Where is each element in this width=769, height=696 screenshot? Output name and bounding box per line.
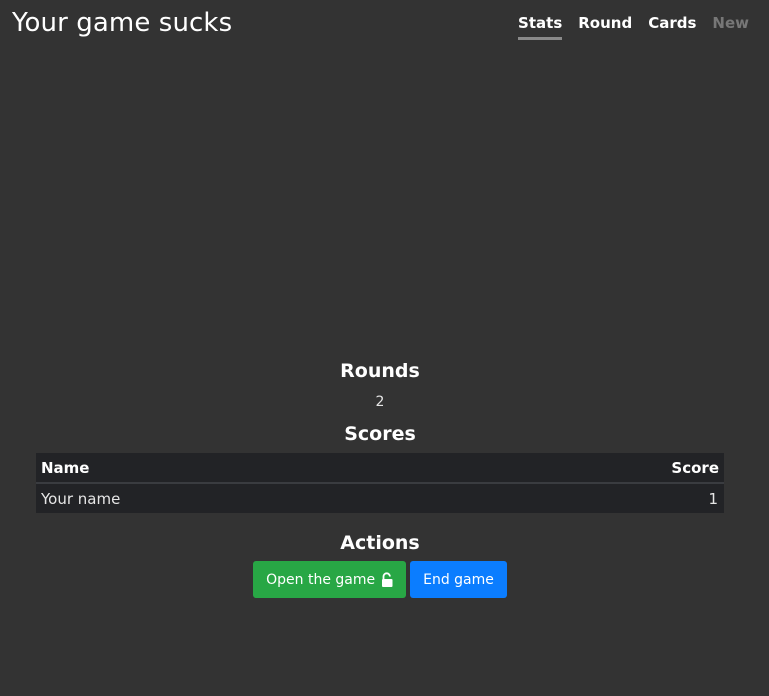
- end-game-label: End game: [423, 571, 494, 588]
- end-game-button[interactable]: End game: [410, 561, 507, 598]
- player-score-cell: 1: [708, 490, 718, 508]
- tab-stats[interactable]: Stats: [518, 14, 563, 40]
- scores-heading: Scores: [344, 423, 416, 445]
- nav-tabs: Stats Round Cards New: [518, 14, 749, 40]
- table-row: Your name 1: [36, 483, 724, 513]
- scores-table: Name Score Your name 1: [36, 453, 724, 513]
- unlock-icon: [382, 571, 393, 587]
- header: Your game sucks Stats Round Cards New: [0, 0, 769, 50]
- actions-bar: Open the game End game: [36, 561, 724, 598]
- app-title: Your game sucks: [12, 8, 233, 38]
- column-header-name: Name: [36, 453, 457, 484]
- tab-cards[interactable]: Cards: [648, 14, 696, 40]
- open-game-button[interactable]: Open the game: [253, 561, 407, 598]
- tab-round[interactable]: Round: [578, 14, 632, 40]
- rounds-heading: Rounds: [340, 360, 420, 382]
- stats-panel: Rounds 2 Scores Name Score Your name 1 A…: [36, 360, 724, 598]
- player-name-cell: Your name: [41, 490, 121, 508]
- actions-heading: Actions: [340, 532, 420, 554]
- tab-new[interactable]: New: [712, 14, 749, 40]
- page: Your game sucks Stats Round Cards New Ro…: [0, 0, 769, 696]
- column-header-score: Score: [456, 453, 724, 484]
- table-header-row: Name Score: [36, 453, 724, 484]
- rounds-value: 2: [375, 394, 385, 410]
- open-game-label: Open the game: [266, 571, 376, 588]
